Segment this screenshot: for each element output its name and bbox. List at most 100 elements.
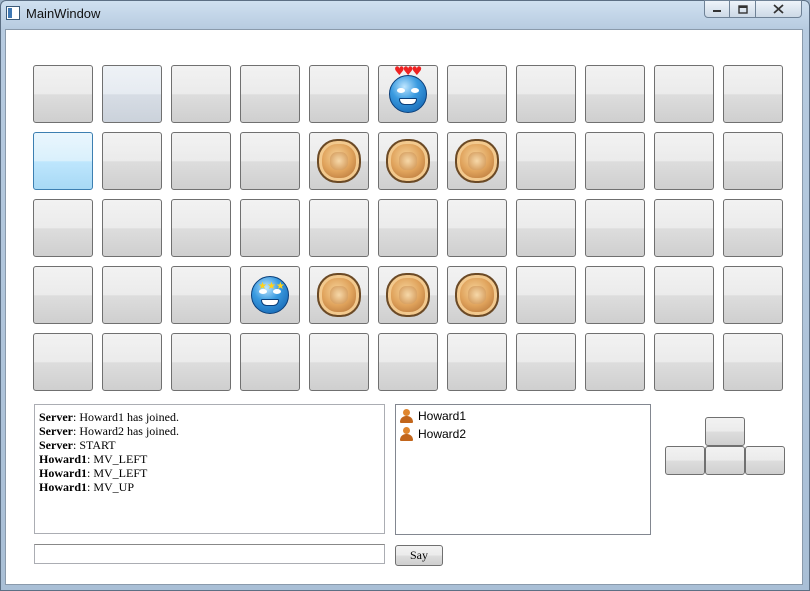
board-cell[interactable]: [309, 266, 369, 324]
chat-line: Server: Howard1 has joined.: [39, 410, 380, 424]
chat-text: : MV_UP: [87, 480, 135, 494]
client-area: ♥♥♥ ★★★ Server: Howard1 has joined. Server…: [5, 29, 803, 585]
board-cell[interactable]: [378, 132, 438, 190]
board-cell[interactable]: ★★★: [240, 266, 300, 324]
chat-line: Server: START: [39, 438, 380, 452]
board-cell[interactable]: [447, 266, 507, 324]
board-cell[interactable]: [723, 132, 783, 190]
board-cell[interactable]: [171, 199, 231, 257]
chat-text: : Howard1 has joined.: [72, 410, 179, 424]
board-cell[interactable]: [309, 65, 369, 123]
board-cell[interactable]: [447, 65, 507, 123]
chat-line: Howard1: MV_UP: [39, 480, 380, 494]
chat-sender: Server: [39, 438, 73, 452]
board-cell[interactable]: [516, 65, 576, 123]
board-cell[interactable]: [585, 132, 645, 190]
board-cell[interactable]: [102, 132, 162, 190]
app-icon: [6, 6, 20, 20]
chat-text: : MV_LEFT: [87, 452, 148, 466]
coin-icon: [386, 273, 430, 317]
board-cell[interactable]: [447, 132, 507, 190]
board-cell[interactable]: [309, 132, 369, 190]
board-cell[interactable]: [378, 266, 438, 324]
chat-text: : MV_LEFT: [87, 466, 148, 480]
board-cell[interactable]: ♥♥♥: [378, 64, 438, 123]
chat-line: Howard1: MV_LEFT: [39, 466, 380, 480]
board-cell[interactable]: [516, 132, 576, 190]
move-up-button[interactable]: [705, 417, 745, 446]
coin-icon: [317, 273, 361, 317]
board-cell[interactable]: [723, 266, 783, 324]
board-cell[interactable]: [516, 333, 576, 391]
close-button[interactable]: [756, 0, 802, 18]
player-dizzy-emoticon-icon: ★★★: [251, 276, 289, 314]
board-cell[interactable]: [654, 132, 714, 190]
move-down-button[interactable]: [705, 446, 745, 475]
message-input[interactable]: [34, 544, 385, 564]
board-cell[interactable]: [723, 199, 783, 257]
say-button[interactable]: Say: [395, 545, 443, 566]
caption-buttons: [704, 0, 802, 20]
stars-icon: ★★★: [258, 281, 285, 292]
board-cell[interactable]: [171, 132, 231, 190]
chat-log: Server: Howard1 has joined. Server: Howar…: [34, 404, 385, 534]
move-right-button[interactable]: [745, 446, 785, 475]
user-list-item[interactable]: Howard1: [400, 407, 646, 425]
board-cell[interactable]: [654, 199, 714, 257]
board-cell[interactable]: [585, 199, 645, 257]
chat-sender: Server: [39, 410, 73, 424]
user-list-item[interactable]: Howard2: [400, 425, 646, 443]
coin-icon: [317, 139, 361, 183]
board-cell[interactable]: [102, 65, 162, 123]
board-cell[interactable]: [33, 199, 93, 257]
board-cell[interactable]: [102, 266, 162, 324]
board-cell[interactable]: [240, 333, 300, 391]
board-cell[interactable]: [240, 65, 300, 123]
board-cell[interactable]: [33, 132, 93, 190]
board-cell[interactable]: [654, 333, 714, 391]
maximize-button[interactable]: [730, 0, 756, 18]
user-icon: [400, 427, 413, 441]
board-cell[interactable]: [102, 199, 162, 257]
chat-sender: Howard1: [39, 466, 87, 480]
maximize-icon: [737, 4, 748, 14]
board-cell[interactable]: [378, 333, 438, 391]
board-cell[interactable]: [723, 333, 783, 391]
close-icon: [773, 4, 784, 14]
board-cell[interactable]: [240, 199, 300, 257]
coin-icon: [386, 139, 430, 183]
board-cell[interactable]: [585, 65, 645, 123]
board-cell[interactable]: [447, 333, 507, 391]
board-cell[interactable]: [585, 266, 645, 324]
board-cell[interactable]: [33, 65, 93, 123]
board-cell[interactable]: [102, 333, 162, 391]
player-love-emoticon-icon: ♥♥♥: [389, 64, 427, 113]
window-title: MainWindow: [26, 6, 101, 21]
board-cell[interactable]: [654, 65, 714, 123]
board-cell[interactable]: [516, 199, 576, 257]
chat-line: Howard1: MV_LEFT: [39, 452, 380, 466]
board-cell[interactable]: [309, 333, 369, 391]
board-cell[interactable]: [309, 199, 369, 257]
board-cell[interactable]: [447, 199, 507, 257]
board-cell[interactable]: [240, 132, 300, 190]
chat-text: : START: [72, 438, 116, 452]
move-left-button[interactable]: [665, 446, 705, 475]
board-cell[interactable]: [378, 199, 438, 257]
title-bar: MainWindow: [0, 0, 810, 28]
chat-text: : Howard2 has joined.: [72, 424, 179, 438]
board-cell[interactable]: [171, 65, 231, 123]
chat-sender: Howard1: [39, 452, 87, 466]
board-cell[interactable]: [171, 266, 231, 324]
board-cell[interactable]: [171, 333, 231, 391]
board-cell[interactable]: [654, 266, 714, 324]
board-cell[interactable]: [585, 333, 645, 391]
minimize-button[interactable]: [704, 0, 730, 18]
user-name: Howard1: [418, 409, 467, 423]
board-cell[interactable]: [723, 65, 783, 123]
user-list[interactable]: Howard1 Howard2: [395, 404, 651, 535]
board-cell[interactable]: [516, 266, 576, 324]
board-cell[interactable]: [33, 266, 93, 324]
board-cell[interactable]: [33, 333, 93, 391]
hearts-icon: ♥♥♥: [394, 64, 422, 78]
